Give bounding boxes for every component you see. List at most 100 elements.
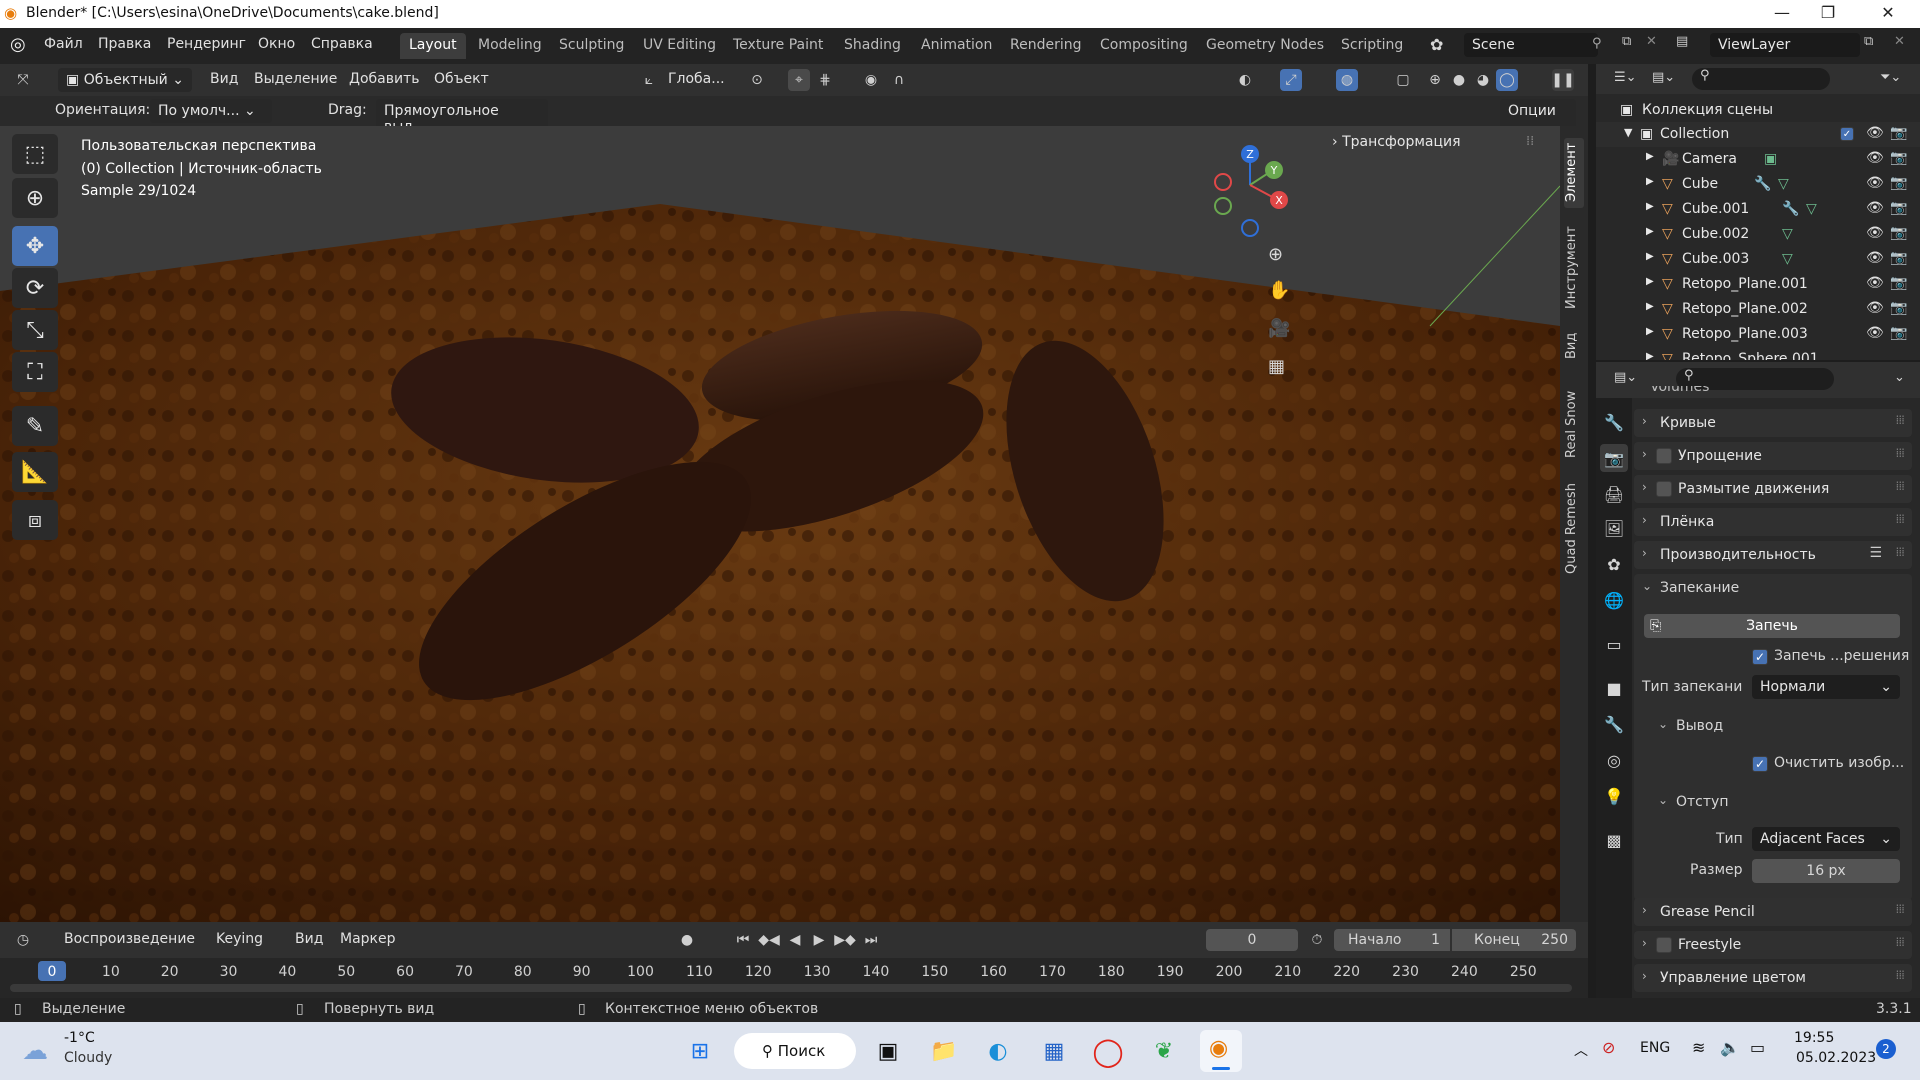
tab-quad-remesh[interactable]: Quad Remesh — [1564, 476, 1584, 582]
menu-object[interactable]: Объект — [434, 71, 489, 87]
panel-color-management[interactable]: › Управление цветом ⁞⁞⁞ — [1634, 964, 1912, 992]
xray-icon[interactable]: ▢ — [1392, 69, 1414, 91]
move-tool[interactable]: ✥ — [12, 226, 58, 266]
grip-icon[interactable]: ⁞⁞⁞ — [1896, 902, 1906, 916]
expand-arrow-icon[interactable]: ▶ — [1646, 176, 1654, 187]
display-mode-icon[interactable]: ▤⌄ — [1652, 70, 1675, 85]
orientation-dropdown[interactable]: По умолч... ⌄ — [150, 99, 272, 123]
gizmo-neg-x[interactable] — [1214, 173, 1232, 191]
current-frame-field[interactable]: 0 — [1206, 929, 1298, 951]
wifi-icon[interactable]: ≋ — [1692, 1038, 1705, 1057]
rotate-tool[interactable]: ⟳ — [12, 268, 58, 308]
tab-scripting[interactable]: Scripting — [1332, 33, 1412, 59]
tab-modeling[interactable]: Modeling — [469, 33, 551, 59]
outliner-row-retopo-plane-003[interactable]: ▶ ▽ Retopo_Plane.003 👁 📷 — [1596, 322, 1920, 347]
annotate-tool[interactable]: ✎ — [12, 406, 58, 446]
pivot-icon[interactable]: ⊙ — [746, 69, 768, 91]
outliner-search[interactable]: ⚲ — [1692, 68, 1830, 90]
opera-icon[interactable]: ◯ — [1090, 1033, 1126, 1069]
tab-texture-paint[interactable]: Texture Paint — [724, 33, 832, 59]
subpanel-output[interactable]: ⌄ Вывод — [1644, 712, 1910, 740]
weather-cloud-icon[interactable]: ☁ — [22, 1036, 48, 1066]
blender-menu-icon[interactable]: ◎ — [10, 34, 26, 55]
weather-condition[interactable]: Cloudy — [64, 1050, 112, 1066]
taskbar-search[interactable]: ⚲ Поиск — [734, 1033, 856, 1069]
close-icon[interactable]: ✕ — [1876, 3, 1900, 22]
margin-size-field[interactable]: 16 px — [1752, 859, 1900, 883]
tab-rendering[interactable]: Rendering — [1001, 33, 1091, 59]
outliner-row-cube[interactable]: ▶ ▽ Cube 🔧 ▽ 👁 📷 — [1596, 172, 1920, 197]
grip-icon[interactable]: ⁞⁞⁞ — [1896, 479, 1906, 493]
menu-select[interactable]: Выделение — [254, 71, 337, 87]
play-icon[interactable]: ▶ — [808, 929, 830, 951]
keying-menu[interactable]: Keying — [216, 931, 263, 947]
menu-help[interactable]: Справка — [311, 36, 373, 52]
file-explorer-icon[interactable]: 📁 — [926, 1033, 962, 1069]
prev-keyframe-icon[interactable]: ◆◀ — [758, 929, 780, 951]
gizmo-toggle-icon[interactable]: ⤢ — [1280, 69, 1302, 91]
maximize-icon[interactable]: ❐ — [1816, 3, 1840, 22]
view-layer-tab-icon[interactable]: 🖼 — [1600, 514, 1628, 542]
clock-time[interactable]: 19:55 — [1794, 1030, 1834, 1046]
camera-view-icon[interactable]: 🎥 — [1268, 318, 1290, 339]
app-leaf-icon[interactable]: ❦ — [1146, 1033, 1182, 1069]
pan-hand-icon[interactable]: ✋ — [1268, 280, 1290, 301]
eye-icon[interactable]: 👁 — [1866, 175, 1884, 191]
panel-grease-pencil[interactable]: › Grease Pencil ⁞⁞⁞ — [1634, 898, 1912, 926]
render-tab-icon[interactable]: 📷 — [1600, 444, 1628, 472]
solid-shading-icon[interactable]: ● — [1448, 69, 1470, 91]
panel-freestyle[interactable]: › Freestyle ⁞⁞⁞ — [1634, 931, 1912, 959]
clock-date[interactable]: 05.02.2023 — [1796, 1050, 1876, 1066]
windows-start-icon[interactable]: ⊞ — [682, 1033, 718, 1069]
overlay-toggle-icon[interactable]: ◍ — [1336, 69, 1358, 91]
world-tab-icon[interactable]: 🌐 — [1600, 586, 1628, 614]
eye-icon[interactable]: 👁 — [1866, 200, 1884, 216]
outliner-row-retopo-sphere-001[interactable]: ▶ ▽ Retopo_Sphere.001 — [1596, 347, 1920, 360]
minimize-icon[interactable]: — — [1770, 3, 1794, 22]
grip-icon[interactable]: ⁞⁞⁞ — [1896, 446, 1906, 460]
list-icon[interactable]: ☰ — [1869, 545, 1882, 561]
expand-arrow-icon[interactable]: ▶ — [1646, 301, 1654, 312]
options-chevron-icon[interactable]: ⌄ — [1894, 370, 1905, 385]
margin-type-dropdown[interactable]: Adjacent Faces ⌄ — [1752, 827, 1900, 851]
outliner-row-retopo-plane-001[interactable]: ▶ ▽ Retopo_Plane.001 👁 📷 — [1596, 272, 1920, 297]
grip-icon[interactable]: ⁞⁞⁞ — [1896, 935, 1906, 949]
modifier-tab-icon[interactable]: 🔧 — [1600, 710, 1628, 738]
eye-icon[interactable]: 👁 — [1866, 300, 1884, 316]
outliner-row-cube-002[interactable]: ▶ ▽ Cube.002 ▽ 👁 📷 — [1596, 222, 1920, 247]
bake-button[interactable]: ⎘ Запечь — [1644, 614, 1900, 638]
new-view-layer-icon[interactable]: ⧉ — [1864, 34, 1873, 49]
timeline-ruler[interactable]: 0 10 20 30 40 50 60 70 80 90 100 110 120 130 140 150 160… — [0, 958, 1588, 998]
rendered-shading-icon[interactable]: ◯ — [1496, 69, 1518, 91]
freestyle-checkbox[interactable] — [1656, 937, 1672, 953]
transform-orientation-dropdown[interactable]: Глоба... — [668, 71, 725, 87]
scene-tab-icon[interactable]: ✿ — [1600, 550, 1628, 578]
tab-item[interactable]: Элемент — [1564, 138, 1584, 208]
camera-render-icon[interactable]: 📷 — [1890, 150, 1907, 166]
grip-icon[interactable]: ⁞⁞⁞ — [1896, 545, 1906, 559]
panel-performance[interactable]: › Производительность ☰ ⁞⁞⁞ — [1634, 541, 1912, 569]
playback-menu[interactable]: Воспроизведение — [64, 931, 195, 947]
eye-icon[interactable]: 👁 — [1866, 125, 1884, 141]
constraints-tab-icon[interactable]: 💡 — [1600, 782, 1628, 810]
expand-arrow-icon[interactable]: ▼ — [1624, 126, 1632, 139]
snap-target-icon[interactable]: ⋕ — [814, 69, 836, 91]
grip-icon[interactable]: ⁞⁞ — [1526, 134, 1534, 149]
menu-add[interactable]: Добавить — [349, 71, 419, 87]
visibility-icon[interactable]: ◐ — [1234, 69, 1256, 91]
material-shading-icon[interactable]: ◕ — [1472, 69, 1494, 91]
collection-exclude-checkbox[interactable]: ✓ — [1840, 127, 1854, 141]
simplify-checkbox[interactable] — [1656, 448, 1672, 464]
cursor-tool[interactable]: ⊕ — [12, 178, 58, 218]
expand-arrow-icon[interactable]: ▶ — [1646, 201, 1654, 212]
wireframe-shading-icon[interactable]: ⊕ — [1424, 69, 1446, 91]
collection-tab-icon[interactable]: ▭ — [1600, 630, 1628, 658]
gizmo-neg-z[interactable] — [1241, 219, 1259, 237]
camera-render-icon[interactable]: 📷 — [1890, 300, 1907, 316]
tool-tab-icon[interactable]: 🔧 — [1600, 408, 1628, 436]
snap-icon[interactable]: ⌖ — [788, 69, 810, 91]
menu-render[interactable]: Рендеринг — [167, 36, 246, 52]
record-icon[interactable]: ● — [676, 929, 698, 951]
timeline-view-menu[interactable]: Вид — [295, 931, 323, 947]
start-frame-field[interactable]: Начало 1 — [1334, 929, 1450, 951]
